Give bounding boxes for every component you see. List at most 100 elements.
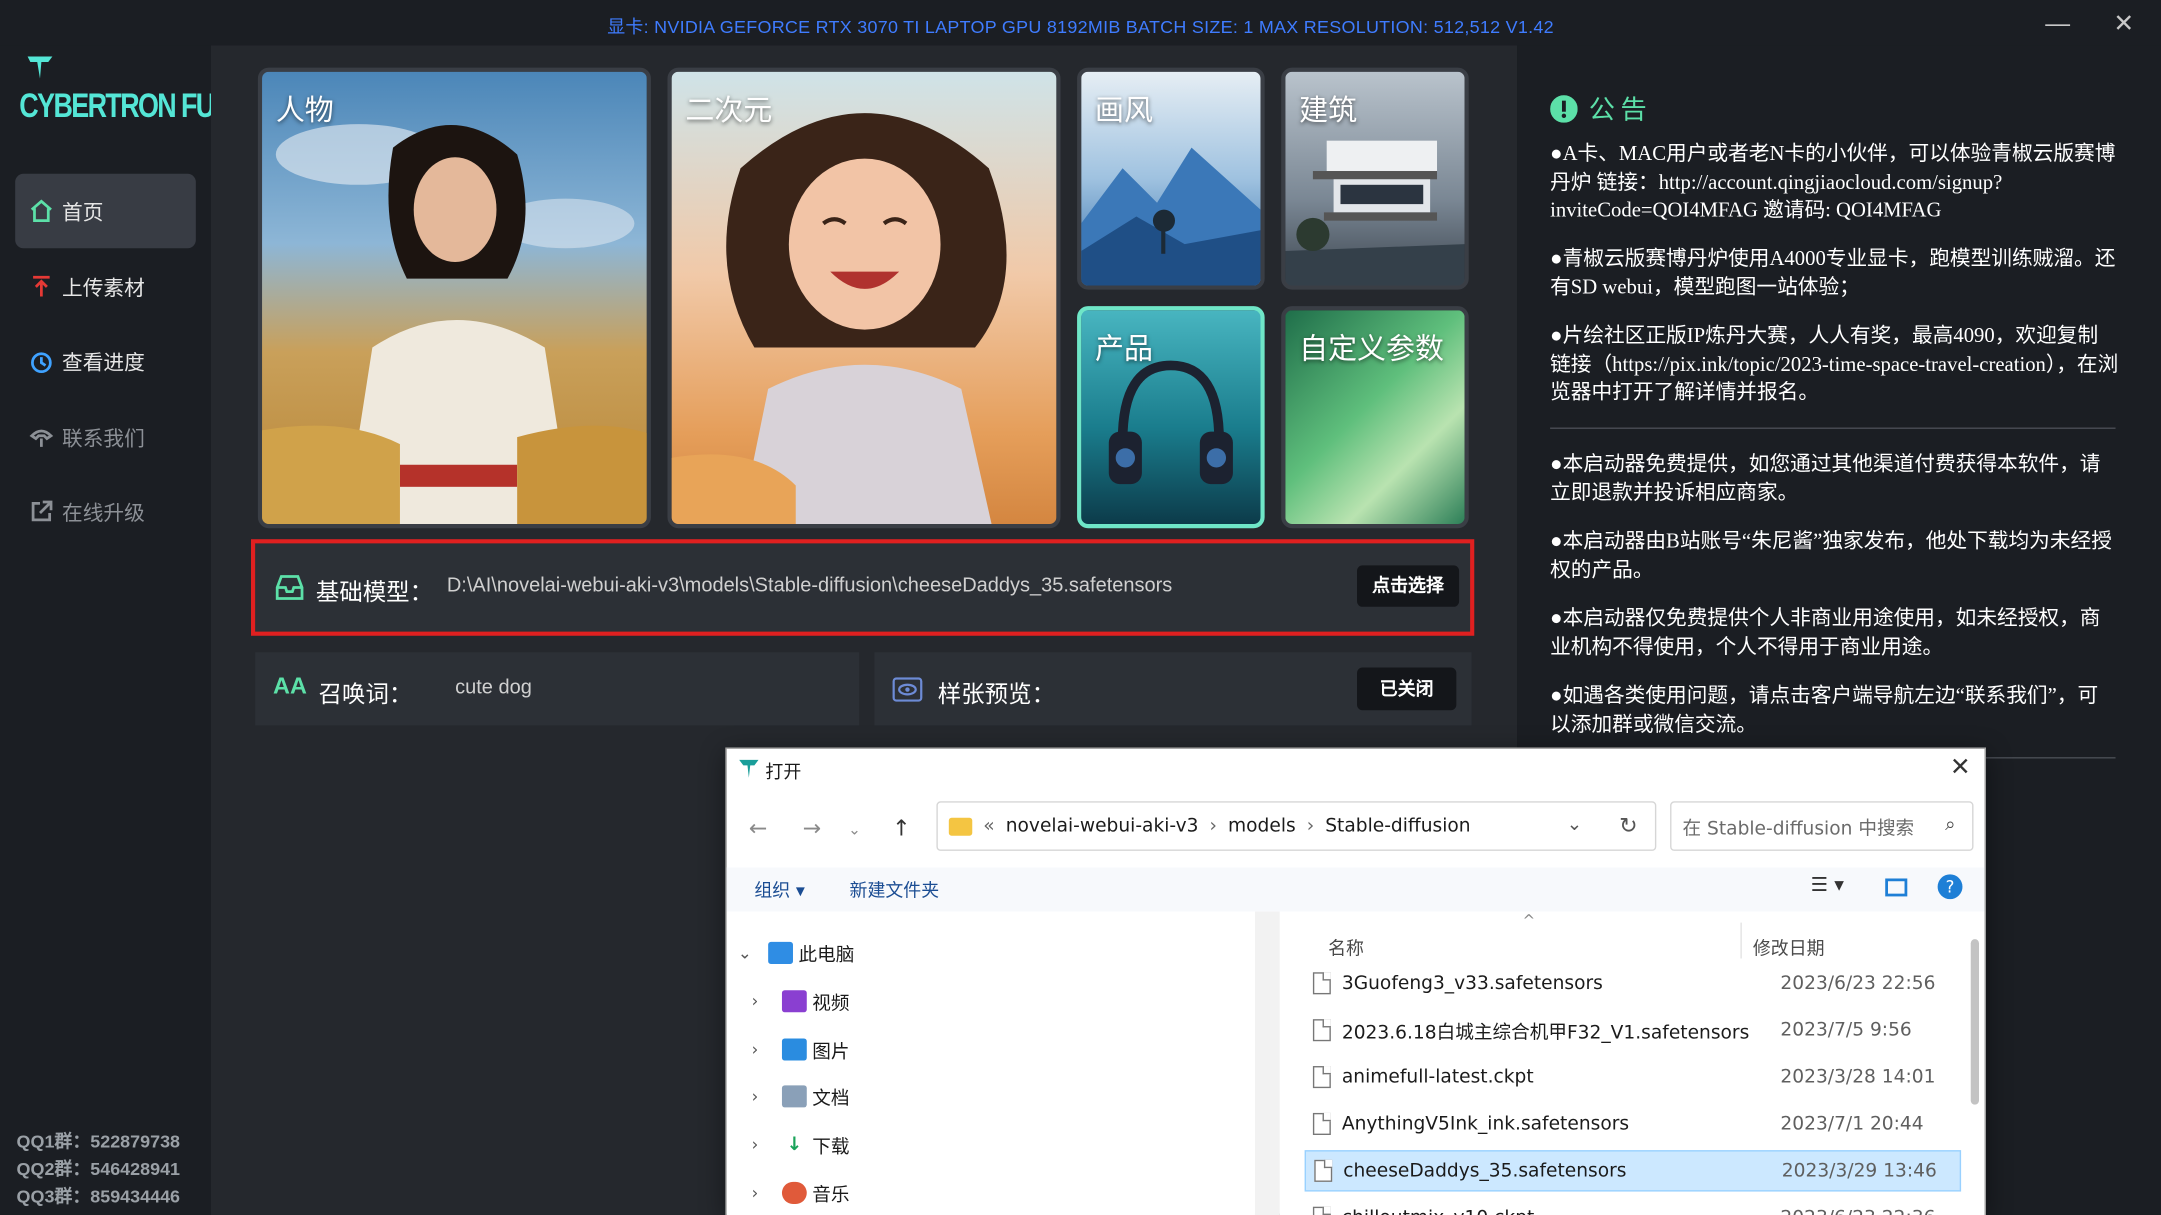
dialog-close-icon[interactable]: ✕	[1950, 753, 1971, 782]
nav-upload[interactable]: 上传素材	[15, 250, 196, 324]
file-name: animefull-latest.ckpt	[1341, 1066, 1534, 1089]
prompt-input[interactable]: cute dog	[455, 677, 532, 699]
notice-item-6: ●本启动器仅免费提供个人非商业用途使用，如未经授权，商业机构不得使用，个人不得用…	[1550, 608, 2101, 659]
pictures-icon	[781, 1038, 807, 1061]
file-row-selected[interactable]: cheeseDaddys_35.safetensors 2023/3/29 13…	[1304, 1150, 1962, 1192]
recent-dropdown-icon[interactable]: ⌄	[848, 821, 861, 839]
file-row[interactable]: chilloutmix_v10.ckpt 2023/6/23 22:36	[1305, 1197, 1961, 1215]
prompt-label: 召唤词：	[318, 681, 413, 708]
tree-label-this-pc: 此电脑	[798, 944, 855, 967]
base-model-path: D:\AI\novelai-webui-aki-v3\models\Stable…	[446, 575, 1173, 598]
category-card-anime[interactable]: 二次元	[667, 67, 1061, 529]
preview-toggle-button[interactable]: 已关闭	[1357, 667, 1457, 711]
card-label-person: 人物	[275, 95, 334, 127]
refresh-icon[interactable]: ↻	[1619, 812, 1637, 838]
path-sep-2: ›	[1306, 815, 1315, 838]
file-row[interactable]: AnythingV5Ink_ink.safetensors 2023/7/1 2…	[1305, 1103, 1961, 1144]
file-list-scrollbar[interactable]	[1970, 939, 1980, 1105]
title-bar: 显卡: NVIDIA GEFORCE RTX 3070 TI LAPTOP GP…	[0, 0, 2161, 46]
gpu-info-text: 显卡: NVIDIA GEFORCE RTX 3070 TI LAPTOP GP…	[607, 16, 1554, 38]
path-segment-root[interactable]: novelai-webui-aki-v3	[1006, 815, 1199, 837]
notice-item-2: ●青椒云版赛博丹炉使用A4000专业显卡，跑模型训练贼溜。还有SD webui，…	[1550, 248, 2116, 299]
file-icon	[1312, 1206, 1331, 1215]
file-date: 2023/7/1 20:44	[1780, 1112, 1924, 1135]
file-date: 2023/7/5 9:56	[1780, 1019, 1912, 1042]
file-icon	[1312, 972, 1331, 995]
collapsed-chevron-icon[interactable]: ›	[752, 1087, 782, 1106]
preview-pane-icon[interactable]	[1885, 878, 1908, 897]
address-bar[interactable]: « novelai-webui-aki-v3 › models › Stable…	[936, 801, 1657, 851]
nav-progress[interactable]: 查看进度	[15, 324, 196, 398]
minimize-button[interactable]: —	[2038, 8, 2077, 38]
documents-icon	[781, 1085, 807, 1108]
help-icon[interactable]: ?	[1937, 874, 1963, 900]
file-row[interactable]: 3Guofeng3_v33.safetensors 2023/6/23 22:5…	[1305, 963, 1961, 1004]
forward-arrow-icon[interactable]: →	[803, 815, 821, 841]
contact-icon	[26, 422, 56, 452]
search-field[interactable]: 在 Stable-diffusion 中搜索 ⌕	[1670, 801, 1974, 851]
qq-group-1: QQ1群：522879738	[16, 1130, 181, 1152]
path-overflow[interactable]: «	[983, 815, 994, 837]
collapsed-chevron-icon[interactable]: ›	[752, 1040, 782, 1059]
view-menu-icon[interactable]: ☰ ▾	[1811, 874, 1844, 896]
video-icon	[781, 990, 807, 1013]
file-name: AnythingV5Ink_ink.safetensors	[1341, 1112, 1630, 1135]
tree-label-downloads: 下载	[812, 1136, 850, 1159]
tree-item-downloads[interactable]: › ↓ 下载	[752, 1131, 850, 1159]
collapsed-chevron-icon[interactable]: ›	[752, 1183, 782, 1202]
anime-girl-image	[671, 113, 1007, 525]
up-arrow-icon[interactable]: ↑	[892, 815, 910, 841]
computer-icon	[768, 941, 793, 964]
tree-label-music: 音乐	[812, 1184, 850, 1207]
close-window-button[interactable]: ✕	[2105, 8, 2144, 38]
file-row[interactable]: animefull-latest.ckpt 2023/3/28 14:01	[1305, 1056, 1961, 1097]
tree-item-music[interactable]: › 音乐	[752, 1179, 850, 1207]
collapsed-chevron-icon[interactable]: ›	[752, 992, 782, 1011]
organize-button[interactable]: 组织 ▾	[754, 876, 805, 902]
column-header-date[interactable]: 修改日期	[1753, 934, 1825, 960]
select-model-button[interactable]: 点击选择	[1357, 565, 1460, 607]
music-icon	[781, 1181, 807, 1204]
eye-icon	[892, 677, 923, 702]
expanded-chevron-icon[interactable]: ⌄	[738, 943, 768, 962]
tree-item-this-pc[interactable]: ⌄ 此电脑	[738, 939, 855, 967]
card-label-custom: 自定义参数	[1299, 333, 1444, 366]
prompt-row: AA 召唤词： cute dog	[255, 652, 860, 726]
pane-divider[interactable]	[1254, 911, 1280, 1215]
file-name: 2023.6.18白城主综合机甲F32_V1.safetensors	[1341, 1021, 1750, 1044]
category-card-custom[interactable]: 自定义参数	[1281, 306, 1469, 529]
address-dropdown-icon[interactable]: ⌄	[1567, 814, 1583, 836]
category-card-architecture[interactable]: 建筑	[1281, 67, 1469, 290]
exclamation-icon	[1550, 94, 1578, 123]
path-segment-current[interactable]: Stable-diffusion	[1325, 815, 1470, 837]
nav-upgrade[interactable]: 在线升级	[15, 474, 196, 548]
nav-progress-label: 查看进度	[62, 350, 145, 375]
column-header-name[interactable]: 名称	[1328, 934, 1364, 960]
file-row[interactable]: 2023.6.18白城主综合机甲F32_V1.safetensors 2023/…	[1305, 1010, 1961, 1051]
category-card-product[interactable]: 产品	[1077, 306, 1265, 529]
progress-icon	[26, 346, 56, 376]
collapsed-chevron-icon[interactable]: ›	[752, 1135, 782, 1154]
sidebar: CYBERTRON FURNACE 首页 上传素材 查看进度 联系我们 在线升级…	[0, 45, 303, 1215]
path-sep-1: ›	[1209, 815, 1217, 838]
new-folder-button[interactable]: 新建文件夹	[850, 876, 940, 902]
tree-item-pictures[interactable]: › 图片	[752, 1036, 850, 1063]
tree-item-videos[interactable]: › 视频	[752, 987, 850, 1015]
notice-item-5: ●本启动器由B站账号“朱尼酱”独家发布，他处下载均为未经授权的产品。	[1550, 530, 2112, 582]
folder-icon	[948, 817, 973, 836]
card-label-painting: 画风	[1095, 95, 1153, 127]
path-segment-models[interactable]: models	[1228, 815, 1296, 837]
nav-upload-label: 上传素材	[62, 276, 145, 300]
back-arrow-icon[interactable]: ←	[749, 815, 767, 841]
category-card-painting[interactable]: 画风	[1077, 67, 1265, 290]
tree-item-documents[interactable]: › 文档	[752, 1083, 850, 1110]
qq-group-3: QQ3群：859434446	[16, 1186, 181, 1207]
search-placeholder: 在 Stable-diffusion 中搜索	[1682, 817, 1915, 840]
file-date: 2023/6/23 22:36	[1753, 1207, 1935, 1215]
nav-home[interactable]: 首页	[15, 173, 196, 249]
column-separator[interactable]	[1740, 922, 1742, 959]
nav-home-label: 首页	[62, 200, 104, 225]
home-icon	[26, 196, 56, 226]
category-card-person[interactable]: 人物	[257, 67, 651, 529]
nav-contact[interactable]: 联系我们	[15, 400, 196, 474]
